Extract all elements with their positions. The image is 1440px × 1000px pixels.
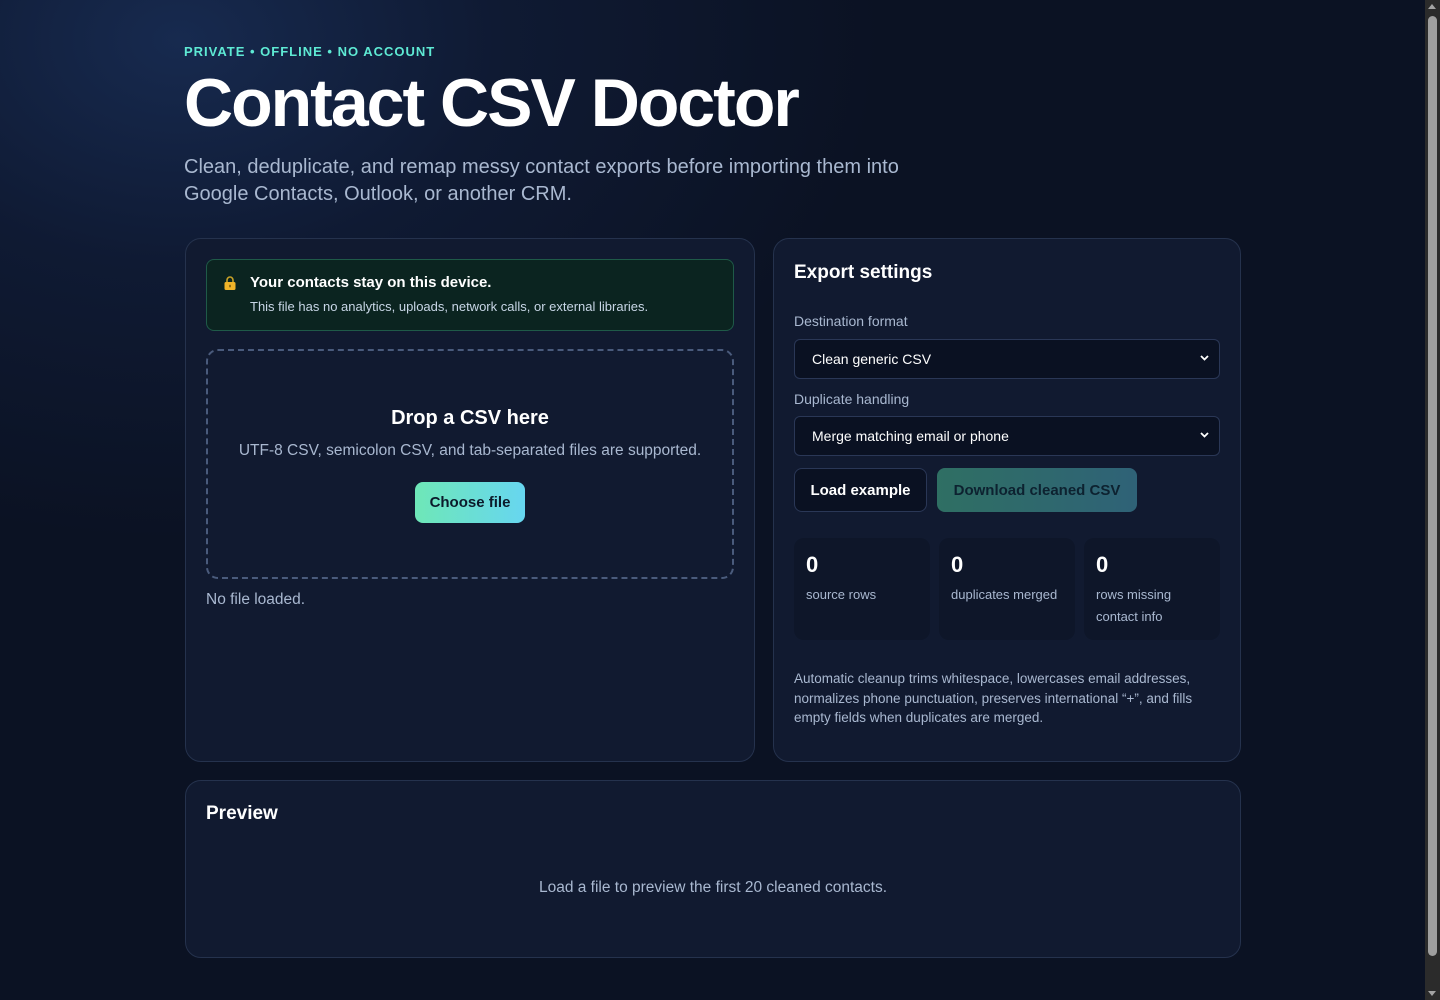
stat-label: source rows	[806, 587, 877, 602]
stat-label: duplicates merged	[951, 587, 1058, 602]
page: PRIVATE • OFFLINE • NO ACCOUNT Contact C…	[0, 0, 1425, 1000]
preview-title: Preview	[206, 803, 278, 824]
scroll-down-arrow-icon[interactable]	[1428, 991, 1436, 996]
cleanup-note: Automatic cleanup trims whitespace, lowe…	[794, 671, 1193, 725]
scroll-up-arrow-icon[interactable]	[1428, 4, 1436, 9]
privacy-text: This file has no analytics, uploads, net…	[250, 299, 649, 314]
page-title: Contact CSV Doctor	[184, 65, 800, 141]
page-scrollbar[interactable]	[1425, 0, 1440, 1000]
dropzone-text: UTF-8 CSV, semicolon CSV, and tab-separa…	[238, 442, 702, 459]
destination-format-label: Destination format	[794, 313, 908, 329]
stat-duplicates-merged: 0 duplicates merged	[939, 538, 1075, 640]
file-status: No file loaded.	[206, 591, 306, 608]
preview-card: Preview Load a file to preview the first…	[185, 780, 1241, 958]
privacy-notice: Your contacts stay on this device. This …	[206, 259, 734, 331]
privacy-title: Your contacts stay on this device.	[250, 274, 492, 291]
stat-value: 0	[951, 552, 964, 577]
csv-dropzone[interactable]: Drop a CSV here UTF-8 CSV, semicolon CSV…	[206, 349, 734, 579]
preview-empty-text: Load a file to preview the first 20 clea…	[538, 879, 888, 896]
chevron-down-icon	[1200, 432, 1209, 438]
chevron-down-icon	[1200, 355, 1209, 361]
eyebrow-tagline: PRIVATE • OFFLINE • NO ACCOUNT	[184, 44, 436, 59]
scrollbar-thumb[interactable]	[1428, 16, 1437, 956]
download-cleaned-csv-button[interactable]: Download cleaned CSV	[937, 468, 1137, 512]
stat-rows-missing-contact-info: 0 rows missing contact info	[1084, 538, 1220, 640]
destination-format-value: Clean generic CSV	[812, 351, 932, 367]
stat-value: 0	[1096, 552, 1109, 577]
page-subtitle: Clean, deduplicate, and remap messy cont…	[184, 156, 899, 205]
upload-card: Your contacts stay on this device. This …	[185, 238, 755, 762]
dropzone-title: Drop a CSV here	[391, 407, 549, 429]
duplicate-handling-label: Duplicate handling	[794, 391, 910, 407]
export-settings-title: Export settings	[794, 262, 933, 283]
destination-format-select[interactable]: Clean generic CSV	[794, 339, 1220, 379]
choose-file-button[interactable]: Choose file	[415, 482, 525, 523]
lock-icon	[224, 276, 236, 290]
export-settings-card: Export settings Destination format Clean…	[773, 238, 1241, 762]
duplicate-handling-select[interactable]: Merge matching email or phone	[794, 416, 1220, 456]
stat-value: 0	[806, 552, 819, 577]
duplicate-handling-value: Merge matching email or phone	[812, 428, 1009, 444]
stat-label: rows missing contact info	[1096, 587, 1172, 624]
load-example-button[interactable]: Load example	[794, 468, 927, 512]
stat-source-rows: 0 source rows	[794, 538, 930, 640]
